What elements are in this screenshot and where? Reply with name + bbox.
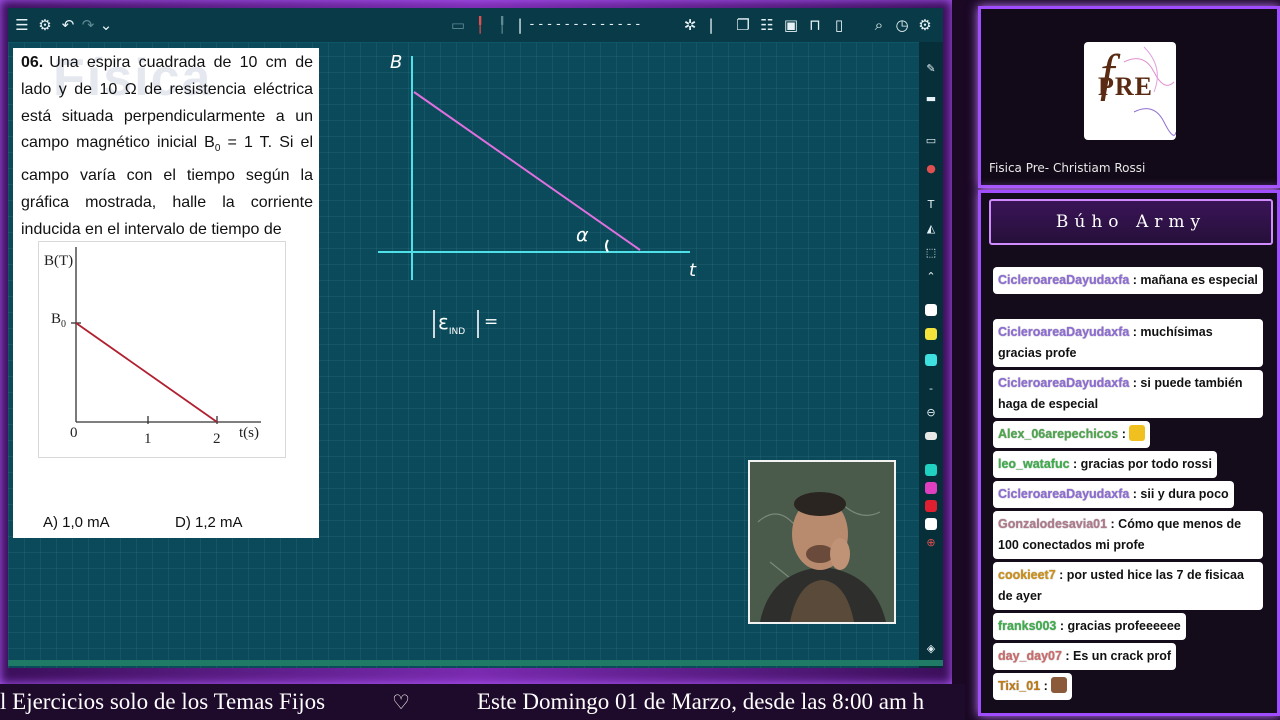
chat-message: day_day07 : Es un crack prof (993, 643, 1176, 670)
chat-text: : Es un crack prof (1061, 649, 1171, 663)
chat-panel: Búho Army CicleroareaDayudaxfa : mañana … (978, 190, 1280, 716)
chat-title: Búho Army (989, 199, 1273, 245)
chat-username[interactable]: CicleroareaDayudaxfa (998, 273, 1129, 287)
drawn-t-label: t (689, 260, 697, 281)
chat-message: Gonzalodesavia01 : Cómo que menos de 100… (993, 511, 1263, 559)
drawn-alpha-label: α (576, 224, 589, 246)
chat-username[interactable]: leo_watafuc (998, 457, 1070, 471)
chat-text: : gracias por todo rossi (1069, 457, 1212, 471)
ticker-text-a: l Ejercicios solo de los Temas Fijos (0, 689, 326, 714)
chat-text: : (1118, 427, 1130, 441)
chat-message: CicleroareaDayudaxfa : muchísimas gracia… (993, 319, 1263, 367)
drawn-b-label: B (390, 52, 403, 73)
chat-username[interactable]: Alex_06arepechicos (998, 427, 1118, 441)
chat-message: CicleroareaDayudaxfa : si puede también … (993, 370, 1263, 418)
logo-pre-text: PRE (1098, 72, 1153, 101)
chat-message: franks003 : gracias profeeeeee (993, 613, 1186, 640)
emf-sub: IND (448, 327, 466, 337)
chat-message: Alex_06arepechicos : (993, 421, 1151, 448)
announcement-ticker: l Ejercicios solo de los Temas Fijos ♡ E… (0, 684, 965, 720)
channel-logo-panel: f PRE Fisica Pre- Christiam Rossi (978, 6, 1280, 188)
chat-username[interactable]: franks003 (998, 619, 1056, 633)
board-bottom-strip (8, 660, 943, 666)
chat-username[interactable]: cookieet7 (998, 568, 1056, 582)
chat-text: : gracias profeeeeee (1056, 619, 1181, 633)
drawn-decreasing-line (413, 91, 641, 251)
chat-username[interactable]: day_day07 (998, 649, 1062, 663)
whiteboard-canvas[interactable]: ☰ ⚙ ↶ ↷ ⌄ ▭ ╿ ╿ | ------------- ✲ | ❐ ☷ … (8, 8, 943, 668)
channel-logo: f PRE (1084, 42, 1176, 140)
emote-icon (1129, 425, 1146, 441)
chat-message: cookieet7 : por usted hice las 7 de fisi… (993, 562, 1263, 610)
emote-icon (1051, 677, 1068, 693)
heart-icon: ♡ (392, 690, 410, 714)
emf-equals: = (484, 312, 499, 332)
chat-username[interactable]: CicleroareaDayudaxfa (998, 376, 1129, 390)
chat-message: leo_watafuc : gracias por todo rossi (993, 451, 1217, 478)
chat-username[interactable]: CicleroareaDayudaxfa (998, 487, 1129, 501)
webcam-person (750, 462, 894, 622)
webcam-feed (748, 460, 896, 624)
chat-username[interactable]: Gonzalodesavia01 (998, 517, 1107, 531)
channel-name: Fisica Pre- Christiam Rossi (989, 161, 1146, 175)
angle-arc (605, 239, 609, 253)
chat-message: CicleroareaDayudaxfa : mañana es especia… (993, 267, 1263, 294)
chat-username[interactable]: CicleroareaDayudaxfa (998, 325, 1129, 339)
chat-message: CicleroareaDayudaxfa : sii y dura poco (993, 481, 1234, 508)
chat-text: : sii y dura poco (1129, 487, 1229, 501)
chat-text: : mañana es especial (1129, 273, 1258, 287)
chat-message: Tixi_01 : (993, 673, 1073, 700)
ticker-text-b: Este Domingo 01 de Marzo, desde las 8:00… (477, 689, 925, 714)
chat-text: : (1040, 679, 1052, 693)
emf-label: |εεIND (438, 310, 466, 337)
chat-username[interactable]: Tixi_01 (998, 679, 1040, 693)
